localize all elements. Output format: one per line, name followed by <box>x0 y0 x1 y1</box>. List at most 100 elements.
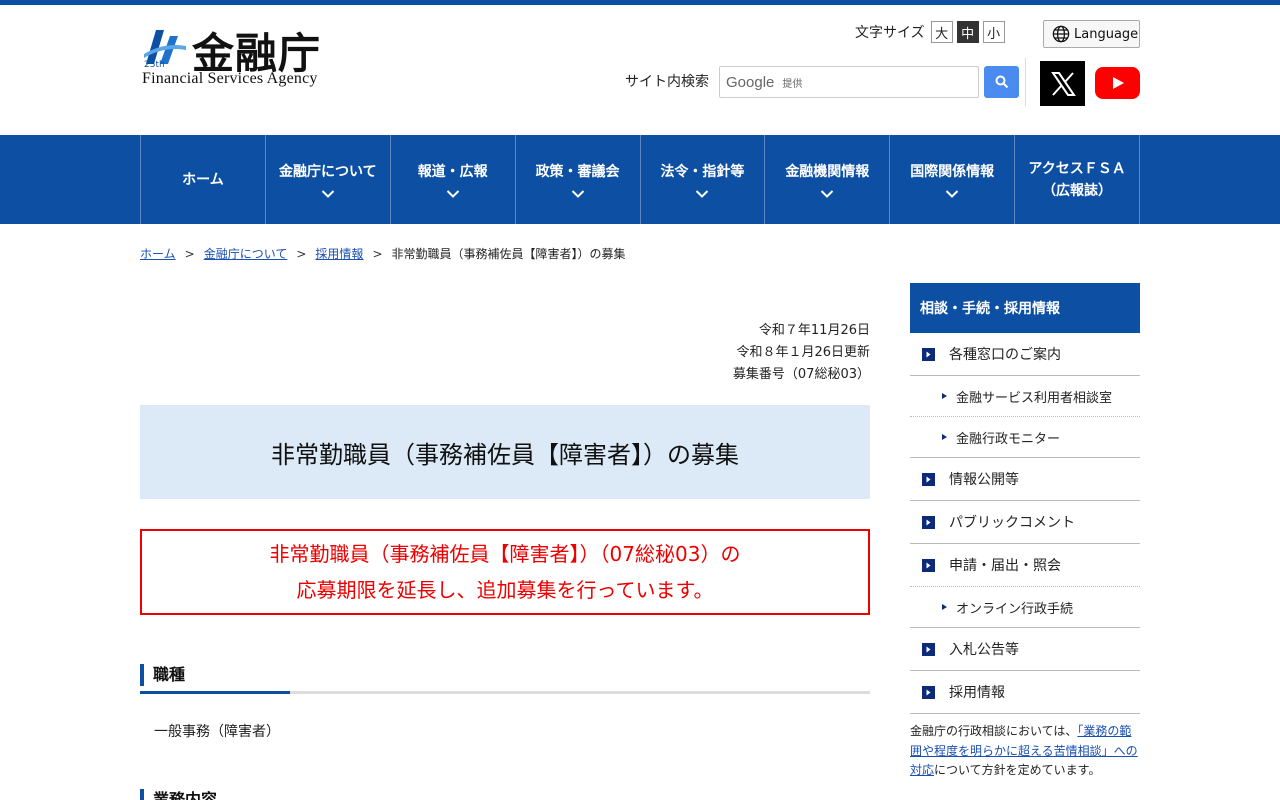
nav-label: 政策・審議会 <box>535 163 620 180</box>
nav-label: 金融庁について <box>279 163 377 180</box>
heading-accent <box>140 664 144 686</box>
chevron-down-icon <box>696 189 709 198</box>
search-icon <box>995 75 1008 89</box>
notice-line-2: 応募期限を延長し、追加募集を行っています。 <box>296 578 714 602</box>
nav-access-fsa[interactable]: アクセスＦＳＡ （広報誌） <box>1015 135 1140 224</box>
sidebar-item-recruitment[interactable]: 採用情報 <box>910 671 1140 714</box>
date-updated: 令和８年１月26日更新 <box>736 345 870 360</box>
sidebar-subitem-monitor[interactable]: 金融行政モニター <box>910 417 1140 458</box>
globe-icon <box>1052 25 1070 43</box>
sidebar-item-label: 金融サービス利用者相談室 <box>956 390 1113 406</box>
nav-label: 報道・広報 <box>417 163 488 180</box>
nav-laws[interactable]: 法令・指針等 <box>641 135 766 224</box>
sidebar: 相談・手続・採用情報 各種窓口のご案内 金融サービス利用者相談室 金融行政モニタ… <box>910 283 1140 781</box>
triangle-right-icon <box>942 393 947 399</box>
arrow-square-icon <box>922 347 935 361</box>
global-nav: ホーム 金融庁について 報道・広報 政策・審議会 法令・指針等 金融機関情報 国… <box>0 135 1280 224</box>
nav-policy[interactable]: 政策・審議会 <box>516 135 641 224</box>
breadcrumb-home-link[interactable]: ホーム <box>140 245 176 262</box>
sidebar-item-label: 情報公開等 <box>949 472 1019 488</box>
sidebar-item-label: 採用情報 <box>949 685 1005 701</box>
sidebar-policy-note: 金融庁の行政相談においては、「業務の範囲や程度を明らかに超える苦情相談」への対応… <box>910 722 1140 781</box>
sidebar-item-label: 金融行政モニター <box>956 431 1061 447</box>
page-title-box: 非常勤職員（事務補佐員【障害者】）の募集 <box>140 405 870 499</box>
fsa-emblem-icon: 25th <box>144 30 186 68</box>
nav-label: 金融機関情報 <box>785 163 870 180</box>
youtube-play-icon <box>1112 77 1124 89</box>
nav-label: ホーム <box>182 171 224 188</box>
sidebar-subitem-consumer-desk[interactable]: 金融サービス利用者相談室 <box>910 376 1140 417</box>
chevron-down-icon <box>571 189 584 198</box>
date-posted: 令和７年11月26日 <box>758 323 870 338</box>
breadcrumb-separator: > <box>372 246 383 261</box>
arrow-square-icon <box>922 515 935 529</box>
x-social-link[interactable] <box>1040 61 1085 106</box>
site-search-label: サイト内検索 <box>625 74 709 90</box>
nav-label-line2: （広報誌） <box>1042 182 1113 199</box>
section-heading-label: 業務内容 <box>153 790 218 800</box>
google-provided-text: 提供 <box>782 78 803 90</box>
breadcrumb-separator: > <box>184 246 195 261</box>
font-size-small-button[interactable]: 小 <box>982 21 1005 43</box>
font-size-large-button[interactable]: 大 <box>930 21 953 43</box>
nav-label: 法令・指針等 <box>660 163 745 180</box>
arrow-square-icon <box>922 472 935 486</box>
nav-label-line1: アクセスＦＳＡ <box>1028 160 1126 177</box>
breadcrumb-recruit-link[interactable]: 採用情報 <box>315 245 363 262</box>
nav-international[interactable]: 国際関係情報 <box>890 135 1016 224</box>
breadcrumb-current: 非常勤職員（事務補佐員【障害者】）の募集 <box>391 247 626 261</box>
note-suffix: について方針を定めています。 <box>934 763 1101 777</box>
sidebar-heading[interactable]: 相談・手続・採用情報 <box>910 283 1140 333</box>
heading-underline-accent <box>140 691 290 694</box>
extension-notice: 非常勤職員（事務補佐員【障害者】）（07総秘03）の 応募期限を延長し、追加募集… <box>140 529 870 615</box>
sidebar-item-label: パブリックコメント <box>949 515 1075 531</box>
x-logo-icon <box>1050 71 1076 96</box>
breadcrumb-separator: > <box>296 246 307 261</box>
job-type-text: 一般事務（障害者） <box>154 724 280 740</box>
chevron-down-icon <box>321 189 335 198</box>
sidebar-item-contacts[interactable]: 各種窓口のご案内 <box>910 333 1140 376</box>
youtube-social-link[interactable] <box>1095 67 1140 99</box>
section-heading-label: 職種 <box>153 665 186 684</box>
language-label: Language <box>1074 26 1139 42</box>
chevron-down-icon <box>446 189 459 198</box>
top-accent-bar <box>0 0 1280 5</box>
sidebar-item-disclosure[interactable]: 情報公開等 <box>910 458 1140 501</box>
search-button[interactable] <box>984 66 1019 98</box>
publication-dates: 令和７年11月26日 令和８年１月26日更新 募集番号（07総秘03） <box>600 320 870 386</box>
recruit-number: 募集番号（07総秘03） <box>732 367 870 382</box>
font-size-switcher: 文字サイズ 大 中 小 <box>855 20 1009 44</box>
sidebar-item-applications[interactable]: 申請・届出・照会 <box>910 544 1140 587</box>
sidebar-item-bidding[interactable]: 入札公告等 <box>910 628 1140 671</box>
nav-institutions[interactable]: 金融機関情報 <box>765 135 891 224</box>
site-search-input[interactable]: Google 提供 <box>719 66 979 98</box>
font-size-label: 文字サイズ <box>855 25 925 41</box>
sidebar-item-public-comment[interactable]: パブリックコメント <box>910 501 1140 544</box>
heading-accent <box>140 789 144 800</box>
nav-label: 国際関係情報 <box>910 163 995 180</box>
nav-press[interactable]: 報道・広報 <box>391 135 516 224</box>
sidebar-item-label: 申請・届出・照会 <box>949 558 1061 574</box>
notice-line-1: 非常勤職員（事務補佐員【障害者】）（07総秘03）の <box>269 542 741 566</box>
section-heading-duties: 業務内容 <box>140 789 870 800</box>
font-size-medium-button[interactable]: 中 <box>956 21 979 43</box>
page-title: 非常勤職員（事務補佐員【障害者】）の募集 <box>271 440 739 469</box>
language-button[interactable]: Language <box>1043 20 1140 48</box>
chevron-down-icon <box>821 189 834 198</box>
sidebar-item-label: 入札公告等 <box>949 642 1019 658</box>
triangle-right-icon <box>942 604 947 610</box>
breadcrumb-about-link[interactable]: 金融庁について <box>204 245 288 262</box>
fsa-logo[interactable]: 25th 金融庁 Financial Services Agency <box>140 22 340 92</box>
logo-badge: 25th <box>144 60 165 68</box>
arrow-square-icon <box>922 642 935 656</box>
nav-home[interactable]: ホーム <box>141 135 266 224</box>
header-divider <box>1025 58 1026 106</box>
nav-about[interactable]: 金融庁について <box>266 135 391 224</box>
logo-subtitle: Financial Services Agency <box>142 70 318 87</box>
section-heading-job-type: 職種 <box>140 664 870 694</box>
google-brand-text: Google <box>726 73 775 91</box>
arrow-square-icon <box>922 685 935 699</box>
sidebar-item-label: オンライン行政手続 <box>956 601 1074 617</box>
triangle-right-icon <box>942 434 947 440</box>
sidebar-subitem-online-procedures[interactable]: オンライン行政手続 <box>910 587 1140 628</box>
